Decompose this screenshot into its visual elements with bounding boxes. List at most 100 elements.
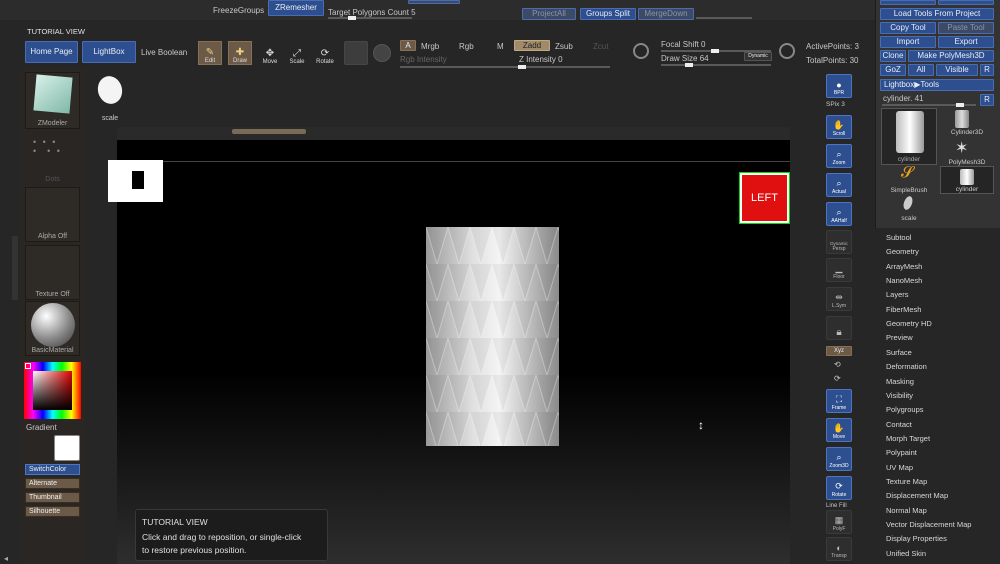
- menu-item-arraymesh[interactable]: ArrayMesh: [886, 262, 922, 271]
- tool-index-slider[interactable]: [882, 103, 976, 107]
- menu-item-unified-skin[interactable]: Unified Skin: [886, 549, 926, 558]
- gradient-label[interactable]: Gradient: [26, 423, 57, 432]
- scale-mode-button[interactable]: ⤢ Scale: [285, 41, 309, 65]
- menu-item-contact[interactable]: Contact: [886, 420, 912, 429]
- menu-item-preview[interactable]: Preview: [886, 333, 913, 342]
- top-strip-slider[interactable]: [696, 17, 752, 19]
- move-mode-button[interactable]: ✥ Move: [258, 41, 282, 65]
- thumbnail-button[interactable]: Thumbnail: [25, 492, 80, 503]
- clone-button[interactable]: Clone: [880, 50, 906, 62]
- zoom3d-button[interactable]: ⌕ Zoom3D: [826, 447, 852, 471]
- menu-item-polypaint[interactable]: Polypaint: [886, 448, 917, 457]
- persp-button[interactable]: Dynamic Persp: [826, 230, 852, 254]
- frame-button[interactable]: ⛶ Frame: [826, 389, 852, 413]
- target-polygons-slider[interactable]: [328, 16, 412, 20]
- visible-button[interactable]: Visible: [936, 64, 978, 76]
- scroll-button[interactable]: ✋ Scroll: [826, 115, 852, 139]
- secondary-color-swatch[interactable]: [54, 435, 80, 461]
- copy-tool-button[interactable]: Copy Tool: [880, 22, 936, 34]
- tool-thumb-cylinder3d[interactable]: Cylinder3D: [940, 108, 994, 136]
- menu-item-visibility[interactable]: Visibility: [886, 391, 913, 400]
- tool-thumb-cylinder-2[interactable]: cylinder: [940, 166, 994, 194]
- aahalf-button[interactable]: ⌕ AAHalf: [826, 202, 852, 226]
- xyz-button[interactable]: Xyz: [826, 346, 852, 356]
- zmodeler-thumb[interactable]: ZModeler: [25, 72, 80, 129]
- floor-button[interactable]: ▁ Floor: [826, 258, 852, 282]
- menu-item-geometry[interactable]: Geometry: [886, 247, 919, 256]
- lightbox-button[interactable]: LightBox: [82, 41, 136, 63]
- zsub-button[interactable]: Zsub: [555, 42, 573, 51]
- material-thumb[interactable]: BasicMaterial: [25, 301, 80, 356]
- menu-item-fibermesh[interactable]: FiberMesh: [886, 305, 921, 314]
- bpr-button[interactable]: ● BPR: [826, 74, 852, 98]
- zadd-button[interactable]: Zadd: [514, 40, 550, 51]
- mrgb-button[interactable]: Mrgb: [421, 42, 439, 51]
- a-button[interactable]: A: [400, 40, 416, 51]
- brush-thumb[interactable]: scale: [92, 73, 128, 122]
- zoom-button[interactable]: ⌕ Zoom: [826, 144, 852, 168]
- zremesher-button[interactable]: ZRemesher: [268, 0, 324, 16]
- menu-item-uv-map[interactable]: UV Map: [886, 463, 913, 472]
- menu-item-normal-map[interactable]: Normal Map: [886, 506, 927, 515]
- viewport-nav-thumb[interactable]: [108, 160, 163, 202]
- menu-item-morph-target[interactable]: Morph Target: [886, 434, 930, 443]
- r-button[interactable]: R: [980, 64, 994, 76]
- menu-item-display-properties[interactable]: Display Properties: [886, 534, 947, 543]
- make-polymesh-button[interactable]: Make PolyMesh3D: [908, 50, 994, 62]
- polyf-button[interactable]: ▦ PolyF: [826, 510, 852, 534]
- menu-item-texture-map[interactable]: Texture Map: [886, 477, 927, 486]
- alternate-button[interactable]: Alternate: [25, 478, 80, 489]
- menu-item-polygroups[interactable]: Polygroups: [886, 405, 924, 414]
- lightbox-tools-button[interactable]: Lightbox▶Tools: [880, 79, 994, 91]
- export-button[interactable]: Export: [938, 36, 994, 48]
- rotate-view-button[interactable]: ⟳ Rotate: [826, 476, 852, 500]
- rotate-mode-button[interactable]: ⟳ Rotate: [313, 41, 337, 65]
- load-tools-from-project-button[interactable]: Load Tools From Project: [880, 8, 994, 20]
- gizmo-icon[interactable]: [344, 41, 368, 65]
- switch-color-button[interactable]: SwitchColor: [25, 464, 80, 475]
- live-boolean-button[interactable]: Live Boolean: [141, 48, 187, 57]
- import-button[interactable]: Import: [880, 36, 936, 48]
- tool-thumb-scale[interactable]: scale: [881, 194, 937, 222]
- merge-down-button[interactable]: MergeDown: [638, 8, 694, 20]
- tool-thumb-cylinder[interactable]: cylinder: [881, 108, 937, 165]
- menu-item-surface[interactable]: Surface: [886, 348, 912, 357]
- stroke-thumb[interactable]: • • • • • • Dots: [25, 132, 80, 184]
- menu-item-geometry-hd[interactable]: Geometry HD: [886, 319, 932, 328]
- bottom-edge-handle[interactable]: ◂: [4, 554, 8, 563]
- focal-icon[interactable]: [633, 43, 649, 59]
- z-intensity-slider[interactable]: [400, 65, 610, 69]
- left-scroll-handle[interactable]: [12, 236, 18, 300]
- dynamic-button[interactable]: Dynamic: [744, 52, 772, 61]
- load-tool-button[interactable]: [880, 0, 936, 5]
- rotate-y-icon[interactable]: ⟲: [834, 360, 841, 369]
- sphere-icon[interactable]: [373, 44, 391, 62]
- home-page-button[interactable]: Home Page: [25, 41, 78, 63]
- transp-button[interactable]: ◐ Transp: [826, 537, 852, 561]
- zcut-button[interactable]: Zcut: [593, 42, 609, 51]
- menu-item-subtool[interactable]: Subtool: [886, 233, 911, 242]
- move-view-button[interactable]: ✋ Move: [826, 418, 852, 442]
- paste-tool-button[interactable]: Paste Tool: [938, 22, 994, 34]
- groups-split-button[interactable]: Groups Split: [580, 8, 636, 20]
- cylinder-model[interactable]: [426, 227, 559, 446]
- top-strip-button-1[interactable]: [408, 0, 460, 4]
- tool-thumb-polymesh3d[interactable]: ✶ PolyMesh3D: [940, 138, 994, 166]
- draw-size-slider[interactable]: [661, 63, 771, 67]
- menu-item-deformation[interactable]: Deformation: [886, 362, 927, 371]
- goz-button[interactable]: GoZ: [880, 64, 906, 76]
- edit-mode-button[interactable]: ✎ Edit: [198, 41, 222, 65]
- project-all-button[interactable]: ProjectAll: [522, 8, 576, 20]
- line-fill-label[interactable]: Line Fill: [826, 503, 847, 509]
- lsym-button[interactable]: ⇹ L.Sym: [826, 287, 852, 311]
- rotate-z-icon[interactable]: ⟳: [834, 374, 841, 383]
- save-as-button[interactable]: [938, 0, 994, 5]
- actual-button[interactable]: ⌕ Actual: [826, 173, 852, 197]
- color-picker[interactable]: [24, 362, 81, 419]
- viewport-scroll-tab[interactable]: [232, 129, 306, 134]
- all-button[interactable]: All: [908, 64, 934, 76]
- r-tool-button[interactable]: R: [980, 94, 994, 106]
- rgb-button[interactable]: Rgb: [459, 42, 474, 51]
- draw-mode-button[interactable]: ✚ Draw: [228, 41, 252, 65]
- tool-thumb-simplebrush[interactable]: 𝓢 SimpleBrush: [881, 164, 937, 194]
